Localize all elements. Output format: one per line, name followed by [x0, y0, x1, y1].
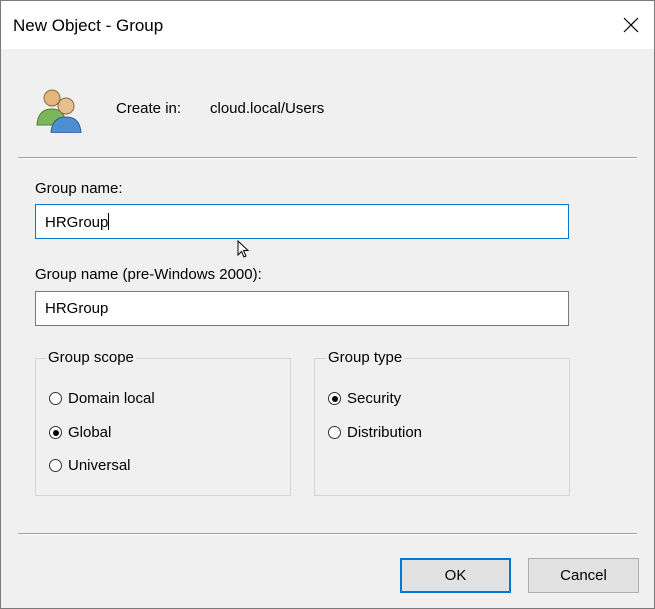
text-caret: [108, 213, 110, 230]
group-type-title: Group type: [326, 349, 405, 366]
create-in-label: Create in:: [116, 100, 182, 117]
ok-button[interactable]: OK: [400, 558, 511, 593]
cancel-button[interactable]: Cancel: [528, 558, 639, 593]
radio-global[interactable]: Global: [49, 424, 111, 441]
users-group-icon: [36, 89, 82, 133]
radio-button[interactable]: [328, 426, 341, 439]
radio-universal[interactable]: Universal: [49, 457, 131, 474]
group-name-pre2000-label: Group name (pre-Windows 2000):: [35, 266, 262, 283]
group-scope-title: Group scope: [46, 349, 136, 366]
dialog-title: New Object - Group: [13, 16, 164, 35]
radio-security[interactable]: Security: [328, 390, 401, 407]
new-object-group-dialog: New Object - Group Create in: cloud.loca…: [0, 0, 655, 609]
mouse-cursor-icon: [237, 240, 250, 258]
radio-distribution[interactable]: Distribution: [328, 424, 422, 441]
close-icon: [623, 17, 639, 33]
group-name-value: HRGroup: [45, 214, 109, 231]
close-button[interactable]: [608, 1, 654, 49]
radio-label: Universal: [68, 457, 131, 474]
radio-label: Global: [68, 424, 112, 441]
group-name-pre2000-input[interactable]: HRGroup: [35, 291, 569, 326]
radio-button-selected[interactable]: [328, 392, 341, 405]
create-in-path: cloud.local/Users: [210, 100, 325, 117]
radio-domain-local[interactable]: Domain local: [49, 390, 155, 407]
group-name-pre2000-value: HRGroup: [45, 300, 109, 317]
radio-label: Domain local: [68, 390, 155, 407]
radio-label: Security: [347, 390, 402, 407]
group-name-label: Group name:: [35, 180, 123, 197]
radio-button[interactable]: [49, 392, 62, 405]
title-bar[interactable]: New Object - Group: [1, 1, 654, 49]
separator: [18, 157, 637, 159]
radio-label: Distribution: [347, 424, 423, 441]
radio-button-selected[interactable]: [49, 426, 62, 439]
separator: [18, 533, 637, 535]
radio-button[interactable]: [49, 459, 62, 472]
group-name-input[interactable]: HRGroup: [35, 204, 569, 239]
